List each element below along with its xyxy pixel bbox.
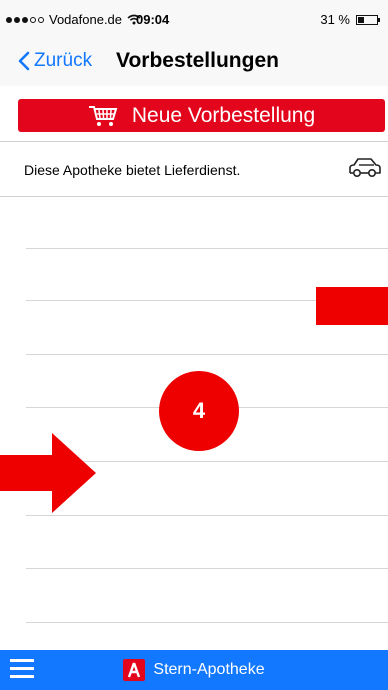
step-number: 4 (192, 398, 206, 423)
carrier-label: Vodafone.de (49, 12, 123, 27)
apotheke-logo-icon (123, 659, 146, 681)
chevron-left-icon (18, 51, 30, 71)
page-title: Vorbestellungen (116, 49, 279, 72)
battery-percent: 31 % (320, 12, 350, 27)
back-label: Zurück (34, 50, 93, 71)
bottom-bar: Stern-Apotheke (0, 650, 388, 690)
list-separator (26, 354, 388, 355)
navigation-bar: Zurück Vorbestellungen (0, 38, 388, 86)
new-preorder-label: Neue Vorbestellung (131, 103, 316, 127)
car-icon (349, 158, 381, 178)
new-preorder-button[interactable]: Neue Vorbestellung (18, 99, 385, 132)
list-separator (26, 515, 388, 516)
status-bar: Vodafone.de 09:04 31 % (0, 0, 388, 38)
shopping-cart-icon (88, 105, 118, 126)
back-button[interactable]: Zurück (18, 50, 92, 72)
list-separator (26, 248, 388, 249)
pharmacy-selector[interactable]: Stern-Apotheke (0, 650, 388, 690)
delivery-info-row: Diese Apotheke bietet Lieferdienst. (0, 141, 388, 197)
battery-status: 31 % (320, 12, 380, 27)
pharmacy-name: Stern-Apotheke (153, 661, 265, 678)
list-separator (26, 622, 388, 623)
step-number-badge: 4 (159, 371, 239, 451)
delivery-info-text: Diese Apotheke bietet Lieferdienst. (24, 162, 241, 178)
battery-icon (356, 14, 380, 25)
clock: 09:04 (136, 12, 170, 27)
arrow-right-icon (0, 433, 96, 513)
signal-strength-icon (6, 16, 44, 23)
list-separator (26, 568, 388, 569)
annotation-marker (316, 287, 388, 325)
status-left: Vodafone.de (6, 12, 141, 27)
